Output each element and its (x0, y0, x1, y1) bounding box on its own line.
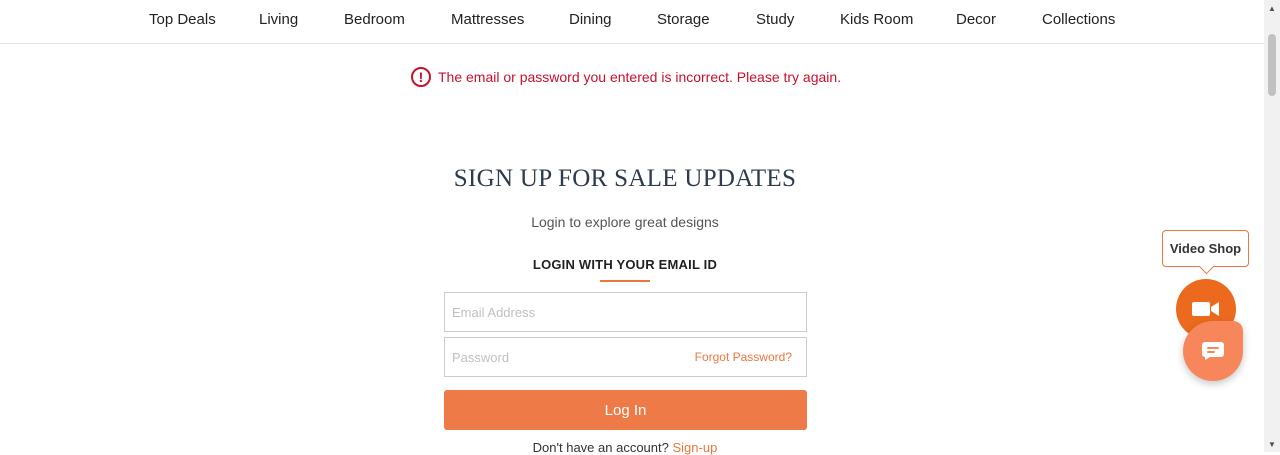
nav-item-bedroom[interactable]: Bedroom (344, 11, 405, 28)
nav-item-dining[interactable]: Dining (569, 11, 612, 28)
video-shop-tooltip[interactable]: Video Shop (1162, 230, 1249, 267)
nav-item-top-deals[interactable]: Top Deals (149, 11, 216, 28)
signup-prompt: Don't have an account? Sign-up (0, 440, 1250, 455)
nav-menu: Top Deals Living Bedroom Mattresses Dini… (0, 0, 1264, 43)
page-subtitle: Login to explore great designs (531, 214, 719, 230)
password-field-container: Forgot Password? (444, 337, 807, 377)
chat-button[interactable] (1183, 321, 1243, 381)
page-title: SIGN UP FOR SALE UPDATES (453, 165, 797, 192)
signup-link[interactable]: Sign-up (673, 440, 718, 455)
signup-prompt-text: Don't have an account? (532, 440, 669, 455)
video-camera-icon (1192, 302, 1219, 316)
nav-item-mattresses[interactable]: Mattresses (451, 11, 524, 28)
email-input[interactable] (445, 293, 806, 331)
nav-item-collections[interactable]: Collections (1042, 11, 1115, 28)
chat-bubble-icon (1202, 342, 1224, 360)
nav-item-kids-room[interactable]: Kids Room (840, 11, 913, 28)
forgot-password-link[interactable]: Forgot Password? (695, 350, 792, 364)
tab-active-underline (600, 280, 650, 282)
top-navigation: Top Deals Living Bedroom Mattresses Dini… (0, 0, 1264, 44)
scrollbar-thumb[interactable] (1268, 34, 1276, 96)
tab-login-email[interactable]: LOGIN WITH YOUR EMAIL ID (0, 257, 1250, 272)
error-message: ! The email or password you entered is i… (411, 65, 841, 89)
nav-item-living[interactable]: Living (259, 11, 298, 28)
nav-item-decor[interactable]: Decor (956, 11, 996, 28)
nav-item-storage[interactable]: Storage (657, 11, 710, 28)
video-shop-label: Video Shop (1169, 241, 1242, 256)
scrollbar[interactable]: ▲ ▼ (1264, 0, 1280, 452)
scroll-up-arrow-icon[interactable]: ▲ (1264, 0, 1280, 16)
nav-item-study[interactable]: Study (756, 11, 794, 28)
email-field-container (444, 292, 807, 332)
error-text: The email or password you entered is inc… (438, 69, 842, 85)
login-button[interactable]: Log In (444, 390, 807, 430)
scroll-down-arrow-icon[interactable]: ▼ (1264, 436, 1280, 452)
exclamation-circle-icon: ! (411, 67, 431, 87)
